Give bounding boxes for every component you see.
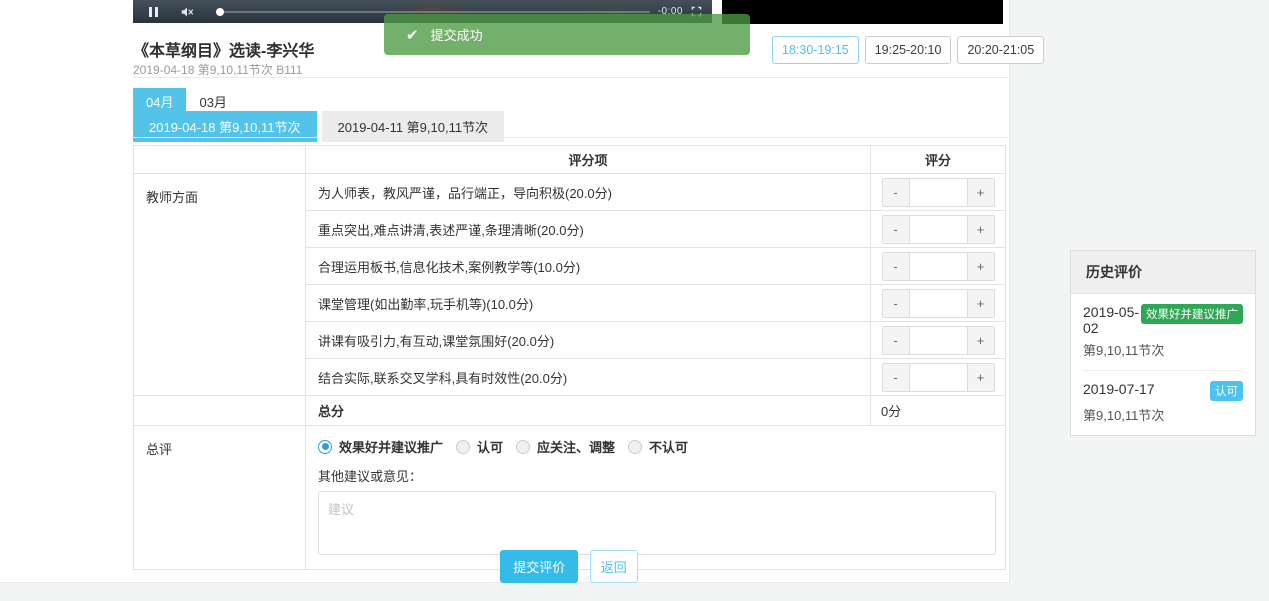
plus-button[interactable]: + (967, 289, 994, 317)
divider (133, 77, 1010, 78)
criteria-label: 重点突出,难点讲清,表述严谨,条理清晰(20.0分) (305, 210, 871, 248)
minus-button[interactable]: - (882, 178, 909, 206)
comment-label: 其他建议或意见： (318, 469, 423, 484)
score-input[interactable] (908, 178, 968, 206)
page-title: 《本草纲目》选读-李兴华 (133, 43, 315, 60)
header-criteria: 评分项 (305, 145, 871, 174)
minus-button[interactable]: - (882, 363, 909, 391)
back-button[interactable]: 返回 (589, 550, 638, 583)
total-value: 0分 (870, 395, 1006, 426)
total-label: 总分 (305, 395, 871, 426)
score-stepper: - + (881, 251, 995, 281)
time-slot-group: 18:30-19:15 19:25-20:10 20:20-21:05 (772, 36, 1045, 64)
history-panel: 历史评价 2019-05-02 效果好并建议推广 第9,10,11节次 2019… (1070, 250, 1256, 436)
radio-label[interactable]: 效果好并建议推广 (339, 437, 443, 456)
radio-label[interactable]: 应关注、调整 (537, 437, 615, 456)
history-item[interactable]: 2019-05-02 效果好并建议推广 第9,10,11节次 (1083, 294, 1243, 370)
time-slot-button[interactable]: 18:30-19:15 (772, 36, 859, 64)
minus-button[interactable]: - (882, 215, 909, 243)
status-badge: 认可 (1210, 381, 1243, 401)
history-item[interactable]: 2019-07-17 认可 第9,10,11节次 (1083, 370, 1243, 435)
history-session: 第9,10,11节次 (1083, 343, 1165, 358)
divider (133, 137, 1010, 138)
radio-label[interactable]: 认可 (477, 437, 503, 456)
total-row: 总分 0分 (133, 395, 1006, 426)
history-title: 历史评价 (1071, 251, 1255, 294)
secondary-video[interactable] (722, 0, 1003, 24)
category-label: 教师方面 (133, 173, 306, 396)
success-toast: ✔ 提交成功 (384, 14, 750, 55)
score-stepper: - + (881, 325, 995, 355)
progress-bar[interactable] (224, 10, 650, 13)
minus-button[interactable]: - (882, 252, 909, 280)
criteria-label: 课堂管理(如出勤率,玩手机等)(10.0分) (305, 284, 871, 322)
radio-selected[interactable] (318, 439, 332, 454)
toast-message: 提交成功 (430, 28, 483, 43)
radio-label[interactable]: 不认可 (649, 437, 688, 456)
score-stepper: - + (881, 214, 995, 244)
seek-handle[interactable] (216, 7, 224, 16)
score-input[interactable] (908, 215, 968, 243)
header-score: 评分 (870, 145, 1006, 174)
form-actions: 提交评价 返回 (133, 550, 1005, 583)
score-input[interactable] (908, 289, 968, 317)
score-input[interactable] (908, 252, 968, 280)
volume-muted-icon[interactable] (180, 5, 194, 19)
page-subtitle: 2019-04-18 第9,10,11节次 B111 (133, 63, 303, 77)
minus-button[interactable]: - (882, 326, 909, 354)
criteria-label: 讲课有吸引力,有互动,课堂氛围好(20.0分) (305, 321, 871, 359)
history-session: 第9,10,11节次 (1083, 408, 1165, 423)
plus-button[interactable]: + (967, 215, 994, 243)
radio-unselected[interactable] (628, 439, 643, 454)
empty-cell (133, 395, 306, 426)
time-slot-button[interactable]: 20:20-21:05 (957, 36, 1045, 64)
history-date: 2019-05-02 (1083, 304, 1140, 336)
header-empty (133, 145, 306, 174)
overall-radio-group: 效果好并建议推广 认可 应关注、调整 不认可 (318, 437, 993, 456)
plus-button[interactable]: + (967, 252, 994, 280)
score-input[interactable] (908, 363, 968, 391)
comment-textarea[interactable] (318, 491, 996, 555)
time-slot-button[interactable]: 19:25-20:10 (864, 36, 952, 64)
check-icon: ✔ (406, 26, 419, 44)
status-badge: 效果好并建议推广 (1141, 304, 1243, 324)
criteria-label: 结合实际,联系交叉学科,具有时效性(20.0分) (305, 358, 871, 396)
radio-unselected[interactable] (456, 439, 471, 454)
evaluation-table: 评分项 评分 教师方面 为人师表，教风严谨，品行端正，导向积极(20.0分) -… (133, 145, 1006, 570)
overall-row: 总评 效果好并建议推广 认可 应关注、调整 不认可 其他建议或意见： (133, 425, 1006, 570)
criteria-label: 为人师表，教风严谨，品行端正，导向积极(20.0分) (305, 173, 871, 211)
minus-button[interactable]: - (882, 289, 909, 317)
plus-button[interactable]: + (967, 178, 994, 206)
criteria-label: 合理运用板书,信息化技术,案例教学等(10.0分) (305, 247, 871, 285)
pause-icon[interactable] (149, 6, 158, 17)
table-row: 教师方面 为人师表，教风严谨，品行端正，导向积极(20.0分) - + (133, 173, 1006, 396)
submit-button[interactable]: 提交评价 (500, 550, 579, 583)
history-list: 2019-05-02 效果好并建议推广 第9,10,11节次 2019-07-1… (1071, 294, 1255, 435)
plus-button[interactable]: + (967, 363, 994, 391)
score-stepper: - + (881, 288, 995, 318)
score-stepper: - + (881, 177, 995, 207)
overall-label: 总评 (133, 425, 306, 570)
radio-unselected[interactable] (516, 439, 531, 454)
score-stepper: - + (881, 362, 995, 392)
plus-button[interactable]: + (967, 326, 994, 354)
score-input[interactable] (908, 326, 968, 354)
history-date: 2019-07-17 (1083, 381, 1155, 397)
